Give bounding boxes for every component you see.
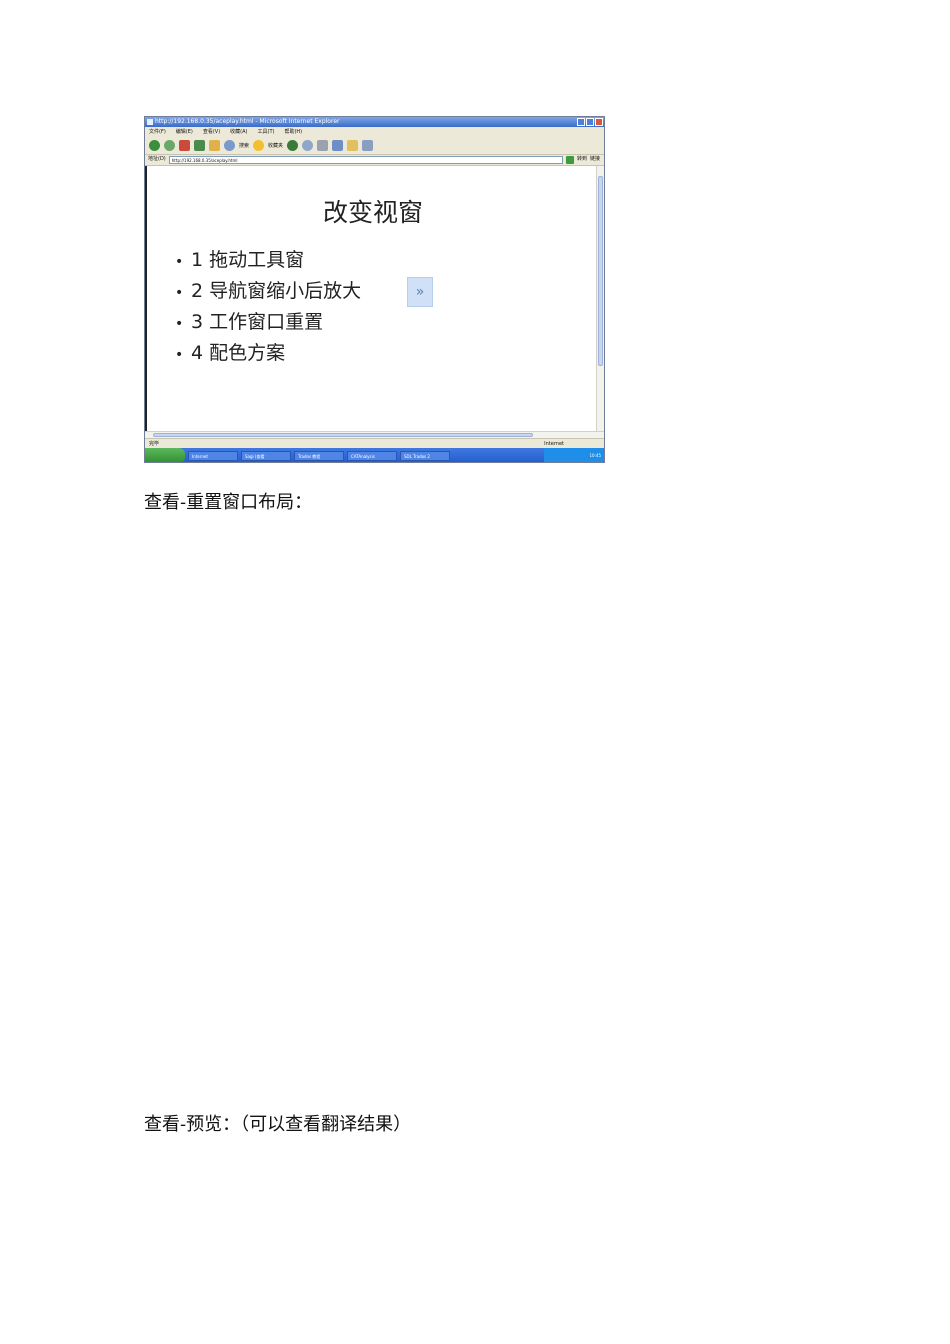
list-item: • 1 拖动工具窗 [175, 249, 305, 271]
windows-taskbar: Internet Sagi (查看 Trados 教程 CATAnalysis … [145, 448, 604, 462]
menu-view[interactable]: 查看(V) [203, 127, 220, 137]
media-icon[interactable] [287, 140, 299, 151]
links-label[interactable]: 链接 [590, 154, 604, 165]
address-label: 地址(D) [148, 156, 166, 162]
scroll-thumb[interactable] [153, 433, 533, 437]
caption-preview: 查看-预览：（可以查看翻译结果） [144, 1114, 412, 1135]
minimize-icon[interactable] [577, 118, 585, 126]
taskbar-item[interactable]: SDL Trados 2 [400, 450, 450, 461]
bullet-number: 2 [191, 280, 204, 302]
refresh-icon[interactable] [194, 140, 205, 151]
taskbar-item[interactable]: CATAnalysis [347, 450, 397, 461]
search-icon[interactable] [224, 140, 235, 151]
bullet-text: 配色方案 [209, 342, 286, 364]
browser-toolbar: 搜索 收藏夹 [145, 137, 604, 155]
embedded-browser-screenshot: http://192.168.0.35/aceplay.html - Micro… [144, 116, 605, 463]
start-button[interactable] [145, 448, 185, 462]
caption-reset-layout: 查看-重置窗口布局： [144, 492, 313, 513]
bullet-text: 拖动工具窗 [209, 249, 305, 271]
folder-icon[interactable] [347, 140, 359, 151]
taskbar-item[interactable]: Sagi (查看 [241, 450, 291, 461]
go-icon[interactable] [565, 155, 574, 164]
slide-bullet-list: • 1 拖动工具窗 • 2 导航窗缩小后放大 • 3 工作窗口重置 • 4 配色方案 [175, 246, 361, 370]
favorites-label[interactable]: 收藏夹 [268, 142, 283, 149]
bullet-number: 1 [191, 249, 204, 271]
menu-favorites[interactable]: 收藏(A) [230, 127, 247, 137]
bullet-text: 导航窗缩小后放大 [209, 280, 362, 302]
mail-icon[interactable] [332, 140, 344, 151]
menu-help[interactable]: 帮助(H) [284, 127, 302, 137]
menu-tools[interactable]: 工具(T) [258, 127, 275, 137]
vertical-scrollbar[interactable] [596, 166, 604, 431]
go-label[interactable]: 转到 [577, 154, 587, 165]
messenger-icon[interactable] [362, 140, 374, 151]
address-bar: 地址(D) http://192.168.0.35/aceplay.html 转… [145, 154, 604, 166]
ie-icon [147, 119, 153, 125]
status-bar: 完毕 Internet [145, 438, 604, 448]
list-item: • 2 导航窗缩小后放大 [175, 280, 362, 302]
status-text: 完毕 [149, 441, 160, 447]
stop-icon[interactable] [179, 140, 190, 151]
clock: 10:45 [589, 453, 601, 458]
window-title: http://192.168.0.35/aceplay.html - Micro… [155, 118, 340, 125]
favorites-icon[interactable] [253, 140, 265, 151]
search-label[interactable]: 搜索 [239, 142, 249, 149]
bullet-number: 4 [191, 342, 204, 364]
bullet-text: 工作窗口重置 [209, 311, 324, 333]
system-tray: 10:45 [544, 448, 604, 462]
close-icon[interactable] [595, 118, 603, 126]
home-icon[interactable] [209, 140, 220, 151]
history-icon[interactable] [302, 140, 314, 151]
back-icon[interactable] [149, 140, 160, 151]
page-content: 改变视窗 • 1 拖动工具窗 • 2 导航窗缩小后放大 • 3 工作窗口重置 • 4 配… [145, 166, 597, 431]
horizontal-scrollbar[interactable] [145, 431, 604, 438]
list-item: • 4 配色方案 [175, 342, 286, 364]
forward-icon[interactable] [164, 140, 175, 151]
taskbar-item[interactable]: Trados 教程 [294, 450, 344, 461]
window-controls [577, 118, 603, 126]
menu-edit[interactable]: 编辑(E) [176, 127, 193, 137]
window-title-bar: http://192.168.0.35/aceplay.html - Micro… [145, 117, 604, 127]
next-slide-button[interactable]: » [407, 277, 433, 307]
print-icon[interactable] [317, 140, 329, 151]
menu-bar: 文件(F) 编辑(E) 查看(V) 收藏(A) 工具(T) 帮助(H) [145, 127, 604, 137]
list-item: • 3 工作窗口重置 [175, 311, 324, 333]
address-input[interactable]: http://192.168.0.35/aceplay.html [168, 155, 563, 164]
bullet-number: 3 [191, 311, 204, 333]
taskbar-item[interactable]: Internet [188, 450, 238, 461]
slide-title: 改变视窗 [322, 198, 423, 227]
scroll-thumb[interactable] [598, 176, 603, 366]
maximize-icon[interactable] [586, 118, 594, 126]
menu-file[interactable]: 文件(F) [149, 127, 166, 137]
